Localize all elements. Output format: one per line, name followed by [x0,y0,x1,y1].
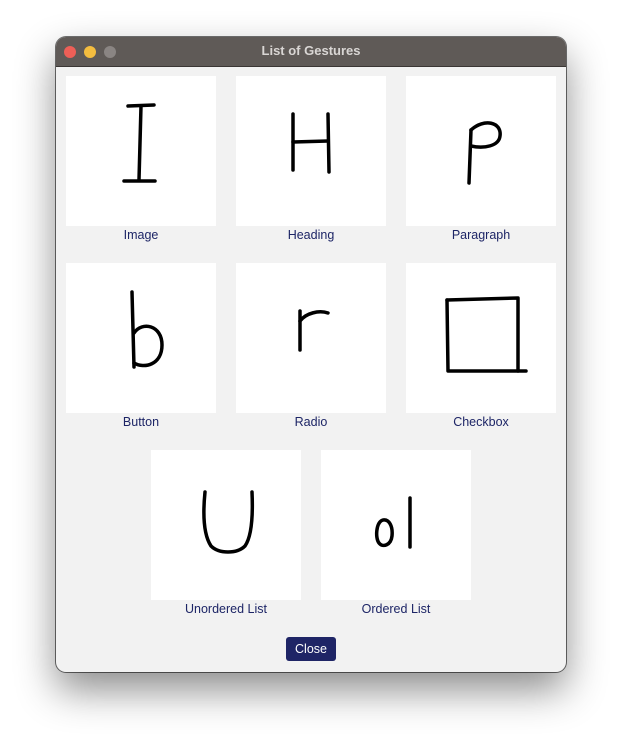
gesture-label-paragraph: Paragraph [451,228,511,242]
gestures-dialog: List of Gestures Image Heading Paragraph… [56,37,566,672]
window-title: List of Gestures [261,43,361,58]
letter-P-gesture-icon [467,121,502,185]
gesture-label-heading: Heading [287,228,335,242]
gesture-label-unordered-list: Unordered List [185,602,267,616]
gesture-label-checkbox: Checkbox [453,415,509,429]
gesture-card-image [66,76,216,226]
letter-b-gesture-icon [130,290,164,369]
gesture-card-ordered-list [321,450,471,600]
close-button[interactable]: Close [286,637,336,661]
gesture-label-image: Image [123,228,159,242]
square-gesture-icon [445,296,528,373]
gesture-card-unordered-list [151,450,301,600]
gesture-card-paragraph [406,76,556,226]
letters-ol-gesture-icon [374,496,412,549]
letter-H-gesture-icon [291,112,331,174]
title-bar: List of Gestures [56,37,566,67]
gesture-card-radio [236,263,386,413]
gesture-card-button [66,263,216,413]
letter-I-gesture-icon [122,103,157,183]
gesture-card-heading [236,76,386,226]
gesture-label-ordered-list: Ordered List [361,602,431,616]
letter-r-gesture-icon [298,309,330,352]
letter-U-gesture-icon [202,490,255,554]
gesture-label-button: Button [122,415,160,429]
gesture-label-radio: Radio [294,415,328,429]
gesture-card-checkbox [406,263,556,413]
